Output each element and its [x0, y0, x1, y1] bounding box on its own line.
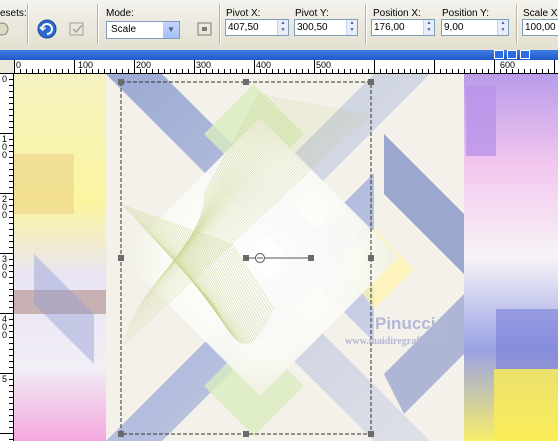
mode-select[interactable]: Scale ▼: [106, 21, 180, 39]
ruler-label: 2 0 0: [2, 194, 8, 220]
pivot-icon[interactable]: [194, 18, 216, 40]
toolbar-separator: [516, 4, 517, 44]
watermark-name: Pinuccia: [375, 314, 445, 333]
ruler-label: 4 0 0: [2, 314, 8, 340]
scale-x-spinner[interactable]: [522, 19, 558, 36]
ruler-label: 0: [16, 60, 22, 70]
reset-icon[interactable]: [36, 18, 58, 40]
pivot-x-input[interactable]: [226, 20, 280, 35]
mode-value: Scale: [111, 24, 137, 35]
ruler-label: 400: [256, 60, 272, 70]
maximize-icon[interactable]: [507, 50, 517, 59]
toolbar-separator: [97, 4, 98, 44]
ruler-label: 100: [78, 60, 94, 70]
position-y-label: Position Y:: [442, 8, 490, 19]
pivot-y-input[interactable]: [295, 20, 349, 35]
document-titlebar: [0, 50, 558, 60]
minimize-icon[interactable]: [494, 50, 504, 59]
chevron-down-icon[interactable]: ▼: [162, 22, 179, 38]
pivot-x-label: Pivot X:: [226, 8, 261, 19]
presets-dropdown-icon[interactable]: [0, 18, 16, 40]
apply-icon[interactable]: [66, 18, 88, 40]
pivot-y-spinner[interactable]: ▲▼: [294, 19, 358, 36]
pivot-y-arrows[interactable]: ▲ ▼: [346, 20, 357, 35]
ruler-label: 600: [500, 60, 516, 70]
mode-label: Mode:: [106, 8, 134, 19]
position-x-input[interactable]: [372, 20, 426, 35]
ruler-label: 300: [196, 60, 212, 70]
position-y-input[interactable]: [442, 20, 500, 35]
ruler-corner: [0, 60, 14, 73]
ruler-label: 3 0 0: [2, 254, 8, 280]
artwork: [14, 74, 558, 441]
position-x-arrows[interactable]: ▲ ▼: [423, 20, 434, 35]
close-icon[interactable]: [520, 50, 530, 59]
scale-x-label: Scale X(: [523, 8, 558, 19]
toolbar-separator: [27, 4, 28, 44]
pivot-y-label: Pivot Y:: [295, 8, 329, 19]
position-y-arrows[interactable]: ▲ ▼: [497, 20, 508, 35]
position-y-spinner[interactable]: ▲▼: [441, 19, 509, 36]
watermark-site: www.maidiregrafica.eu: [345, 336, 445, 347]
position-x-spinner[interactable]: ▲▼: [371, 19, 435, 36]
ruler-label: 500: [316, 60, 332, 70]
ruler-label: 200: [136, 60, 152, 70]
ruler-ticks: [14, 60, 555, 73]
scale-x-input[interactable]: [523, 20, 558, 35]
ruler-label: 0: [2, 74, 8, 84]
ruler-label: 1 0 0: [2, 134, 8, 160]
position-x-label: Position X:: [373, 8, 421, 19]
ruler-horizontal: 0 100 200 300 400 500 600: [14, 60, 558, 74]
ruler-vertical: 0 1 0 0 2 0 0 3 0 0 4 0 0 5: [0, 73, 14, 441]
pivot-x-arrows[interactable]: ▲ ▼: [277, 20, 288, 35]
tool-options-toolbar: esets: Mode: Scale ▼ Pivot X: ▲▼ Pivot Y…: [0, 0, 558, 51]
toolbar-separator: [219, 4, 220, 44]
toolbar-separator: [365, 4, 366, 44]
pivot-x-spinner[interactable]: ▲▼: [225, 19, 289, 36]
image-canvas[interactable]: Pinuccia www.maidiregrafica.eu: [14, 74, 558, 441]
ruler-label: 5: [2, 374, 8, 384]
